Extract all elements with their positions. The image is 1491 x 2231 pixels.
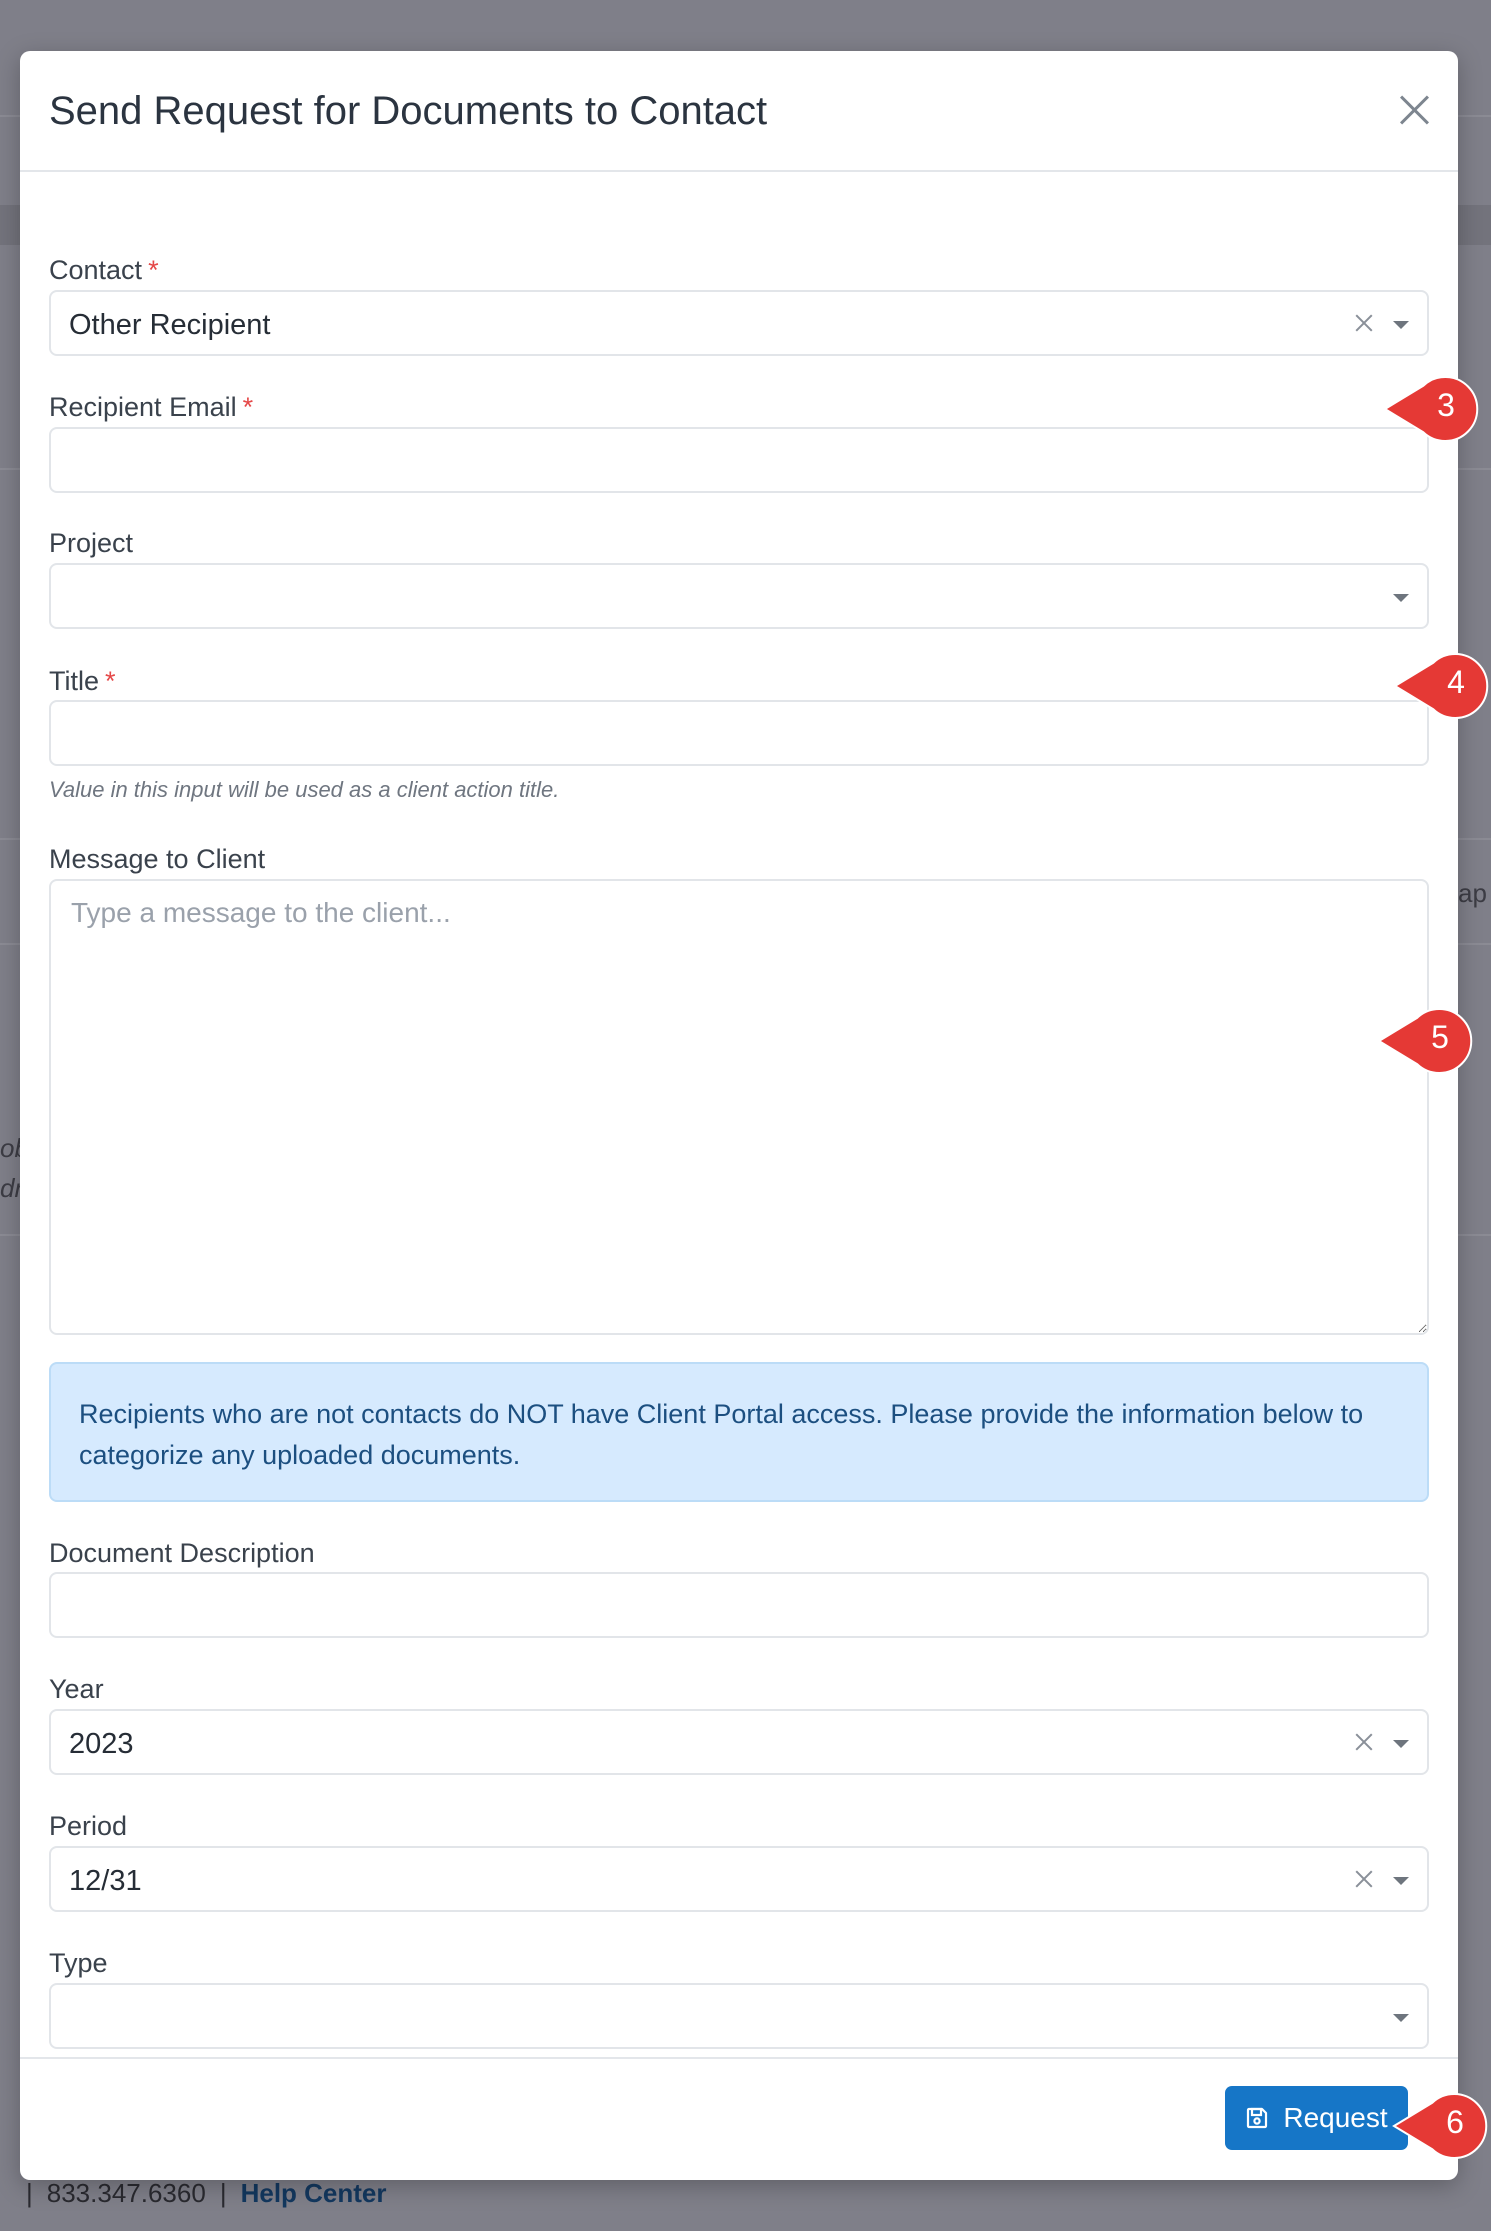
message-textarea[interactable] bbox=[49, 879, 1429, 1335]
recipient-email-label: Recipient Email * bbox=[49, 392, 254, 422]
contact-label: Contact * bbox=[49, 255, 159, 285]
message-label: Message to Client bbox=[49, 844, 266, 874]
chevron-down-icon[interactable] bbox=[1393, 2014, 1409, 2022]
request-button[interactable]: Request bbox=[1225, 2086, 1408, 2150]
footer-phone: 833.347.6360 bbox=[46, 2178, 206, 2208]
callout-marker: 6 bbox=[1392, 2091, 1488, 2161]
modal-footer: Request bbox=[20, 2057, 1458, 2180]
period-label: Period bbox=[49, 1811, 128, 1841]
chevron-down-icon[interactable] bbox=[1393, 1740, 1409, 1748]
chevron-down-icon[interactable] bbox=[1393, 594, 1409, 602]
document-description-input[interactable] bbox=[49, 1572, 1429, 1638]
callout-marker: 3 bbox=[1383, 374, 1479, 444]
title-input[interactable] bbox=[49, 700, 1429, 766]
document-description-label: Document Description bbox=[49, 1538, 315, 1568]
contact-select[interactable]: Other Recipient bbox=[49, 290, 1429, 356]
clear-icon[interactable] bbox=[1353, 1868, 1375, 1890]
callout-marker: 4 bbox=[1393, 651, 1489, 721]
year-select[interactable]: 2023 bbox=[49, 1709, 1429, 1775]
recipient-email-input[interactable] bbox=[49, 427, 1429, 493]
title-label: Title * bbox=[49, 666, 116, 696]
help-center-link[interactable]: Help Center bbox=[241, 2178, 387, 2208]
chevron-down-icon[interactable] bbox=[1393, 321, 1409, 329]
background-text: ap bbox=[1458, 878, 1487, 908]
close-icon[interactable] bbox=[1394, 89, 1434, 129]
year-select-value: 2023 bbox=[69, 1728, 134, 1760]
request-button-label: Request bbox=[1283, 2102, 1388, 2133]
period-select[interactable]: 12/31 bbox=[49, 1846, 1429, 1912]
clear-icon[interactable] bbox=[1353, 312, 1375, 334]
chevron-down-icon[interactable] bbox=[1393, 1877, 1409, 1885]
type-label: Type bbox=[49, 1948, 108, 1978]
clear-icon[interactable] bbox=[1353, 1731, 1375, 1753]
save-icon bbox=[1247, 2107, 1268, 2129]
project-select[interactable] bbox=[49, 563, 1429, 629]
callout-marker: 5 bbox=[1377, 1006, 1473, 1076]
year-label: Year bbox=[49, 1674, 104, 1704]
modal-header: Send Request for Documents to Contact bbox=[20, 51, 1458, 172]
info-alert: Recipients who are not contacts do NOT h… bbox=[49, 1362, 1429, 1502]
request-documents-modal: Send Request for Documents to Contact Co… bbox=[20, 51, 1458, 2180]
project-label: Project bbox=[49, 528, 134, 558]
title-help-text: Value in this input will be used as a cl… bbox=[49, 777, 560, 802]
type-select[interactable] bbox=[49, 1983, 1429, 2049]
period-select-value: 12/31 bbox=[69, 1865, 142, 1897]
contact-select-value: Other Recipient bbox=[69, 309, 271, 341]
footer-info: | 833.347.6360 | Help Center bbox=[26, 2178, 387, 2208]
modal-title: Send Request for Documents to Contact bbox=[49, 89, 768, 133]
